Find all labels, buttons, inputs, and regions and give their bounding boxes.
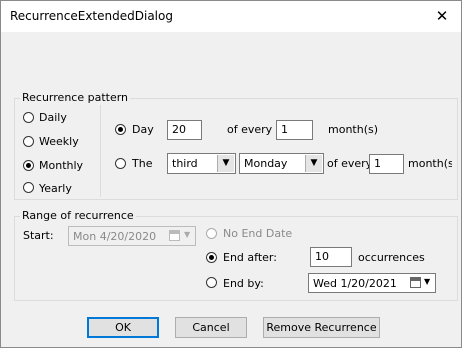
- chevron-down-icon[interactable]: ▼: [305, 155, 322, 172]
- the-months-label: month(s): [408, 157, 452, 170]
- yearly-radio[interactable]: [23, 182, 34, 193]
- chevron-down-icon[interactable]: ▼: [217, 155, 234, 172]
- occurrences-field[interactable]: 10: [310, 247, 352, 267]
- daily-label[interactable]: Daily: [39, 111, 67, 124]
- title-bar: RecurrenceExtendedDialog ✕: [1, 1, 461, 32]
- daily-radio[interactable]: [23, 112, 34, 123]
- ordinal-value: third: [172, 157, 198, 170]
- end-after-radio[interactable]: [206, 252, 217, 263]
- remove-recurrence-button[interactable]: Remove Recurrence: [263, 317, 380, 338]
- yearly-label[interactable]: Yearly: [39, 182, 72, 195]
- ordinal-select[interactable]: third ▼: [167, 153, 236, 174]
- end-by-label[interactable]: End by:: [223, 277, 264, 290]
- day-label[interactable]: Day: [132, 123, 154, 136]
- end-by-date-value: Wed 1/20/2021: [313, 277, 397, 290]
- the-label[interactable]: The: [132, 157, 152, 170]
- start-date-value: Mon 4/20/2020: [73, 230, 157, 243]
- monthly-label[interactable]: Monthly: [39, 159, 83, 172]
- chevron-down-icon[interactable]: ▼: [424, 277, 430, 286]
- start-label: Start:: [23, 229, 54, 242]
- the-months-field[interactable]: 1: [369, 154, 404, 174]
- chevron-down-icon: ▼: [184, 230, 191, 239]
- range-of-recurrence-legend: Range of recurrence: [20, 209, 136, 222]
- monthly-radio[interactable]: [23, 160, 34, 171]
- recurrence-pattern-legend: Recurrence pattern: [20, 91, 131, 104]
- the-radio[interactable]: [115, 158, 126, 169]
- pattern-divider: [100, 105, 101, 197]
- weekday-value: Monday: [244, 157, 288, 170]
- recurrence-pattern-group: [14, 98, 458, 200]
- end-by-radio[interactable]: [206, 277, 217, 288]
- the-of-every-label: of every: [327, 157, 373, 170]
- end-by-date-picker[interactable]: Wed 1/20/2021 ▼: [308, 273, 436, 293]
- start-date-picker: Mon 4/20/2020 ▼: [68, 226, 196, 246]
- day-of-every-label: of every: [227, 123, 273, 136]
- calendar-icon[interactable]: [410, 277, 421, 288]
- no-end-date-label: No End Date: [223, 227, 293, 240]
- day-months-field[interactable]: 1: [276, 120, 313, 140]
- window-title: RecurrenceExtendedDialog: [10, 9, 173, 23]
- end-after-label[interactable]: End after:: [223, 251, 277, 264]
- weekly-label[interactable]: Weekly: [39, 135, 79, 148]
- ok-button[interactable]: OK: [87, 317, 159, 338]
- recurrence-dialog: RecurrenceExtendedDialog ✕ Recurrence pa…: [0, 0, 462, 348]
- day-field[interactable]: 20: [167, 120, 202, 140]
- cancel-button[interactable]: Cancel: [175, 317, 247, 338]
- weekly-radio[interactable]: [23, 136, 34, 147]
- occurrences-label: occurrences: [358, 251, 425, 264]
- close-icon[interactable]: ✕: [431, 5, 453, 27]
- day-radio[interactable]: [115, 124, 126, 135]
- no-end-date-radio: [206, 228, 217, 239]
- calendar-icon: [169, 230, 180, 241]
- day-months-label: month(s): [328, 123, 379, 136]
- weekday-select[interactable]: Monday ▼: [239, 153, 324, 174]
